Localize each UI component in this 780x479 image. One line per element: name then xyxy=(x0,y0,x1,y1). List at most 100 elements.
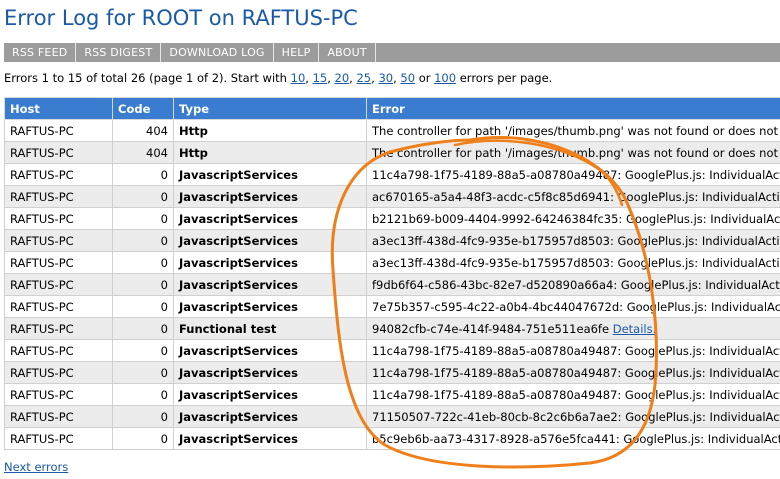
page-size-link-50[interactable]: 50 xyxy=(400,71,415,85)
details-link[interactable]: Details. xyxy=(613,322,657,336)
nav-download-log[interactable]: DOWNLOAD LOG xyxy=(161,43,274,62)
column-header-host: Host xyxy=(4,97,113,120)
cell-type-text: Http xyxy=(179,145,208,160)
cell-host: RAFTUS-PC xyxy=(4,119,113,142)
cell-error-text: b5c9eb6b-aa73-4317-8928-a576e5fca441: Go… xyxy=(372,431,780,446)
cell-code-text: 0 xyxy=(160,189,168,204)
nav-help[interactable]: HELP xyxy=(274,43,320,62)
cell-code: 0 xyxy=(112,427,174,450)
page-size-link-30[interactable]: 30 xyxy=(378,71,393,85)
cell-host: RAFTUS-PC xyxy=(4,339,113,362)
page-size-link-15[interactable]: 15 xyxy=(313,71,328,85)
next-errors-link[interactable]: Next errors xyxy=(4,460,68,474)
cell-type: JavascriptServices xyxy=(173,207,367,230)
table-row[interactable]: RAFTUS-PC 0 JavascriptServices b2121b69-b00… xyxy=(4,207,780,230)
cell-error: 11c4a798-1f75-4189-88a5-a08780a49487: Go… xyxy=(366,361,780,384)
table-row[interactable]: RAFTUS-PC 0 JavascriptServices a3ec13ff-438… xyxy=(4,251,780,274)
table-row[interactable]: RAFTUS-PC 0 JavascriptServices a3ec13ff-438… xyxy=(4,229,780,252)
cell-type-text: JavascriptServices xyxy=(179,431,298,446)
cell-error-text: a3ec13ff-438d-4fc9-935e-b175957d8503: Go… xyxy=(372,255,780,270)
cell-error: 94082cfb-c74e-414f-9484-751e511ea6fe Det… xyxy=(366,317,780,340)
table-row[interactable]: RAFTUS-PC 0 JavascriptServices 11c4a798-1f7… xyxy=(4,383,780,406)
page-size-link-20[interactable]: 20 xyxy=(335,71,350,85)
cell-code-text: 0 xyxy=(160,211,168,226)
cell-code-text: 0 xyxy=(160,409,168,424)
cell-error-text: 71150507-722c-41eb-80cb-8c2c6b6a7ae2: Go… xyxy=(372,409,780,424)
cell-type-text: JavascriptServices xyxy=(179,409,298,424)
cell-host-text: RAFTUS-PC xyxy=(10,255,74,270)
cell-error: 71150507-722c-41eb-80cb-8c2c6b6a7ae2: Go… xyxy=(366,405,780,428)
cell-host: RAFTUS-PC xyxy=(4,295,113,318)
cell-code: 0 xyxy=(112,185,174,208)
cell-type-text: Functional test xyxy=(179,321,277,336)
column-header-code: Code xyxy=(112,97,174,120)
cell-code: 0 xyxy=(112,229,174,252)
cell-host-text: RAFTUS-PC xyxy=(10,277,74,292)
cell-code-text: 0 xyxy=(160,387,168,402)
table-row[interactable]: RAFTUS-PC 0 JavascriptServices 11c4a798-1f7… xyxy=(4,361,780,384)
cell-type: JavascriptServices xyxy=(173,273,367,296)
cell-error-text: f9db6f64-c586-43bc-82e7-d520890a66a4: Go… xyxy=(372,277,780,292)
table-row[interactable]: RAFTUS-PC 0 JavascriptServices 11c4a798-1f7… xyxy=(4,163,780,186)
cell-error-text: a3ec13ff-438d-4fc9-935e-b175957d8503: Go… xyxy=(372,233,780,248)
nav-rss-digest[interactable]: RSS DIGEST xyxy=(76,43,162,62)
page-size-link-25[interactable]: 25 xyxy=(356,71,371,85)
cell-error: f9db6f64-c586-43bc-82e7-d520890a66a4: Go… xyxy=(366,273,780,296)
cell-code: 0 xyxy=(112,383,174,406)
cell-host: RAFTUS-PC xyxy=(4,251,113,274)
cell-code-text: 0 xyxy=(160,167,168,182)
cell-code-text: 404 xyxy=(146,123,168,138)
cell-host-text: RAFTUS-PC xyxy=(10,321,74,336)
cell-host-text: RAFTUS-PC xyxy=(10,409,74,424)
table-row[interactable]: RAFTUS-PC 0 JavascriptServices ac670165-a5a… xyxy=(4,185,780,208)
table-row[interactable]: RAFTUS-PC 0 JavascriptServices f9db6f64-c58… xyxy=(4,273,780,296)
cell-error: 7e75b357-c595-4c22-a0b4-4bc44047672d: Go… xyxy=(366,295,780,318)
cell-type: JavascriptServices xyxy=(173,229,367,252)
cell-host: RAFTUS-PC xyxy=(4,207,113,230)
table-row[interactable]: RAFTUS-PC 404 Http The controller for path … xyxy=(4,119,780,142)
cell-code: 404 xyxy=(112,119,174,142)
cell-code-text: 0 xyxy=(160,321,168,336)
summary-suffix: errors per page. xyxy=(459,71,553,85)
cell-type-text: JavascriptServices xyxy=(179,189,298,204)
page-title: Error Log for ROOT on RAFTUS-PC xyxy=(4,6,358,30)
cell-type: JavascriptServices xyxy=(173,295,367,318)
cell-host-text: RAFTUS-PC xyxy=(10,189,74,204)
cell-error: b2121b69-b009-4404-9992-64246384fc35: Go… xyxy=(366,207,780,230)
cell-host: RAFTUS-PC xyxy=(4,185,113,208)
nav-rss-feed[interactable]: RSS FEED xyxy=(4,43,77,62)
cell-code: 0 xyxy=(112,339,174,362)
table-row[interactable]: RAFTUS-PC 404 Http The controller for path … xyxy=(4,141,780,164)
cell-error-text: The controller for path '/images/thumb.p… xyxy=(372,145,780,160)
cell-host: RAFTUS-PC xyxy=(4,317,113,340)
cell-type-text: JavascriptServices xyxy=(179,255,298,270)
cell-type-text: JavascriptServices xyxy=(179,299,298,314)
cell-host-text: RAFTUS-PC xyxy=(10,145,74,160)
cell-error: 11c4a798-1f75-4189-88a5-a08780a49487: Go… xyxy=(366,339,780,362)
cell-error: The controller for path '/images/thumb.p… xyxy=(366,141,780,164)
cell-type-text: Http xyxy=(179,123,208,138)
cell-code-text: 404 xyxy=(146,145,168,160)
cell-type: JavascriptServices xyxy=(173,361,367,384)
column-header-type: Type xyxy=(173,97,367,120)
cell-type-text: JavascriptServices xyxy=(179,211,298,226)
cell-code-text: 0 xyxy=(160,365,168,380)
cell-code-text: 0 xyxy=(160,299,168,314)
cell-error: 11c4a798-1f75-4189-88a5-a08780a49487: Go… xyxy=(366,383,780,406)
table-row[interactable]: RAFTUS-PC 0 Functional test 94082cfb-c74e-4… xyxy=(4,317,780,340)
cell-error-text: ac670165-a5a4-48f3-acdc-c5f8c85d6941: Go… xyxy=(372,189,780,204)
table-row[interactable]: RAFTUS-PC 0 JavascriptServices b5c9eb6b-aa7… xyxy=(4,427,780,450)
table-row[interactable]: RAFTUS-PC 0 JavascriptServices 7e75b357-c59… xyxy=(4,295,780,318)
cell-type: Functional test xyxy=(173,317,367,340)
cell-type-text: JavascriptServices xyxy=(179,343,298,358)
cell-host-text: RAFTUS-PC xyxy=(10,211,74,226)
cell-error: 11c4a798-1f75-4189-88a5-a08780a49487: Go… xyxy=(366,163,780,186)
nav-about[interactable]: ABOUT xyxy=(319,43,376,62)
table-row[interactable]: RAFTUS-PC 0 JavascriptServices 11c4a798-1f7… xyxy=(4,339,780,362)
cell-host-text: RAFTUS-PC xyxy=(10,167,74,182)
cell-host-text: RAFTUS-PC xyxy=(10,343,74,358)
page-size-link-100[interactable]: 100 xyxy=(434,71,456,85)
cell-type: JavascriptServices xyxy=(173,251,367,274)
page-size-link-10[interactable]: 10 xyxy=(291,71,306,85)
table-row[interactable]: RAFTUS-PC 0 JavascriptServices 71150507-722… xyxy=(4,405,780,428)
